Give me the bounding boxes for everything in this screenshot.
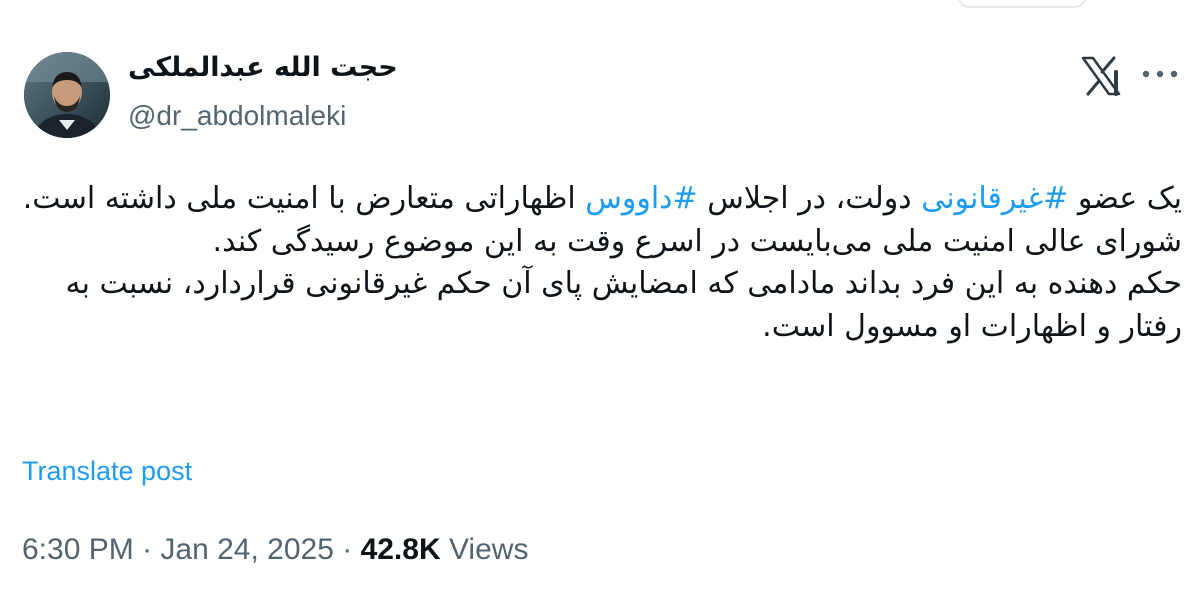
top-pill bbox=[958, 0, 1086, 8]
tweet-meta: 6:30 PM · Jan 24, 2025 · 42.8K Views bbox=[22, 533, 528, 567]
hashtag-link[interactable]: #غیرقانونی bbox=[921, 181, 1068, 216]
translate-post-link[interactable]: Translate post bbox=[22, 456, 192, 487]
separator: · bbox=[133, 533, 161, 566]
tweet-paragraph: یک عضو #غیرقانونی دولت، در اجلاس #داووس … bbox=[22, 178, 1182, 263]
tweet-text: یک عضو #غیرقانونی دولت، در اجلاس #داووس … bbox=[22, 178, 1182, 348]
tweet-date[interactable]: Jan 24, 2025 bbox=[160, 533, 333, 566]
avatar[interactable] bbox=[24, 52, 110, 138]
views-label: Views bbox=[448, 533, 529, 566]
separator: · bbox=[333, 533, 361, 566]
avatar-image bbox=[24, 52, 110, 138]
tweet-text-segment: یک عضو bbox=[1068, 181, 1182, 216]
x-logo-icon[interactable] bbox=[1080, 56, 1122, 96]
tweet-paragraph: حکم دهنده به این فرد بداند مادامی که امض… bbox=[65, 266, 1182, 344]
tweet-time[interactable]: 6:30 PM bbox=[22, 533, 134, 566]
views-count: 42.8K bbox=[360, 533, 441, 566]
more-options-icon[interactable] bbox=[1140, 62, 1180, 86]
author-display-name[interactable]: حجت الله عبدالملکی bbox=[128, 52, 398, 83]
tweet-text-segment: دولت، در اجلاس bbox=[697, 181, 922, 216]
hashtag-link[interactable]: #داووس bbox=[585, 181, 697, 216]
author-handle[interactable]: @dr_abdolmaleki bbox=[128, 100, 346, 132]
